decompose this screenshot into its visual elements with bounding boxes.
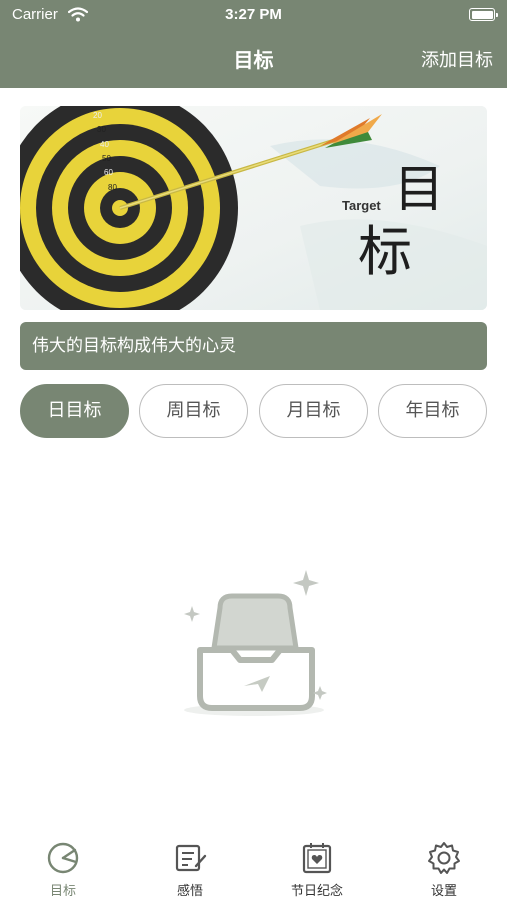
ring-label: 40 — [100, 140, 109, 149]
ring-label: 60 — [104, 168, 113, 177]
bottom-tab-bar: 目标 感悟 节日纪念 设置 — [0, 832, 507, 900]
empty-state-illustration — [178, 568, 338, 728]
empty-box-icon — [184, 570, 327, 716]
add-goal-button[interactable]: 添加目标 — [421, 46, 493, 72]
tabbar-item-goals[interactable]: 目标 — [13, 832, 113, 900]
tab-daily[interactable]: 日目标 — [20, 384, 129, 438]
ring-label: 80 — [108, 183, 117, 192]
gear-icon — [428, 842, 460, 874]
header: Carrier 3:27 PM 目标 添加目标 — [0, 0, 507, 88]
tabbar-item-settings[interactable]: 设置 — [394, 832, 494, 900]
banner-illustration: 20 30 40 50 60 80 Target 目 标 — [20, 106, 487, 310]
note-icon — [175, 844, 207, 872]
banner-glyph-1: 目 — [394, 160, 444, 218]
target-icon — [47, 842, 79, 874]
battery-icon — [469, 8, 498, 21]
tab-weekly[interactable]: 周目标 — [139, 384, 248, 438]
tab-monthly[interactable]: 月目标 — [259, 384, 368, 438]
tab-yearly[interactable]: 年目标 — [378, 384, 487, 438]
banner-glyph-2: 标 — [358, 220, 412, 283]
ring-label: 30 — [97, 125, 106, 134]
tabbar-label: 设置 — [430, 884, 457, 899]
tabbar-label: 节日纪念 — [290, 884, 343, 899]
ring-label: 50 — [102, 154, 111, 163]
clock: 3:27 PM — [225, 6, 282, 23]
tabbar-item-reflections[interactable]: 感悟 — [140, 832, 240, 900]
period-tabs: 日目标 周目标 月目标 年目标 — [20, 384, 487, 438]
calendar-heart-icon — [302, 843, 332, 874]
banner-word-en: Target — [342, 198, 381, 213]
tabbar-label: 感悟 — [176, 884, 203, 899]
tabbar-item-anniversaries[interactable]: 节日纪念 — [267, 832, 367, 900]
ring-label: 20 — [93, 111, 102, 120]
banner-image: 20 30 40 50 60 80 Target 目 标 — [20, 106, 487, 310]
status-bar: Carrier 3:27 PM — [0, 0, 507, 30]
tabbar-label: 目标 — [49, 884, 76, 899]
motto-banner: 伟大的目标构成伟大的心灵 — [20, 322, 487, 370]
